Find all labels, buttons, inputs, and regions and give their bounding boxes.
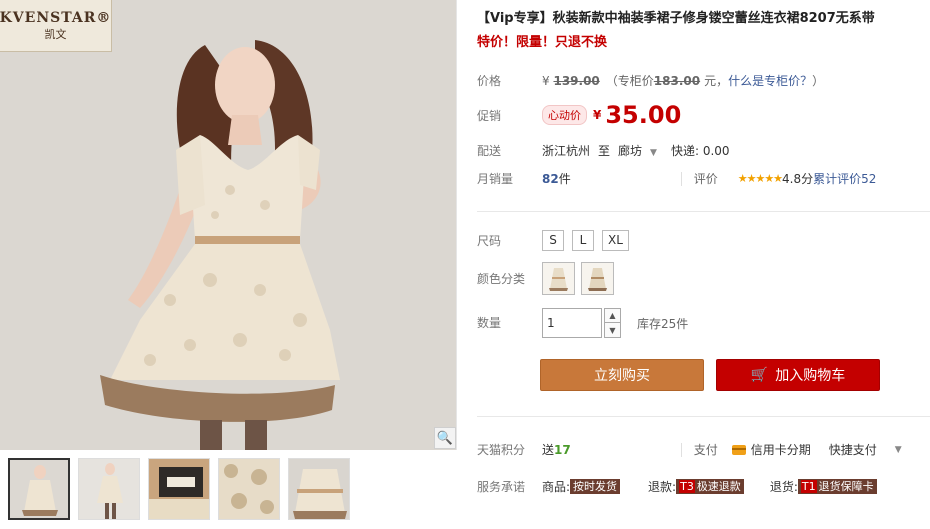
cart-icon: 🛒 bbox=[750, 367, 769, 383]
section-divider bbox=[477, 416, 930, 417]
points-label: 天猫积分 bbox=[477, 443, 526, 457]
refund-label: 退款: bbox=[648, 480, 677, 494]
points-send: 送 bbox=[542, 443, 555, 457]
pay-label: 支付 bbox=[693, 443, 718, 457]
product-model-illustration bbox=[0, 0, 456, 450]
thumbnail-4[interactable] bbox=[218, 458, 280, 520]
promo-yen: ¥ bbox=[593, 108, 602, 122]
return-code: T1 bbox=[800, 480, 817, 493]
return-label: 退货: bbox=[769, 480, 798, 494]
original-price: 139.00 bbox=[553, 73, 600, 88]
shipping-destination: 廊坊 bbox=[618, 144, 643, 158]
thumbnail-strip bbox=[0, 458, 457, 529]
points-divider bbox=[680, 442, 682, 457]
installment-option[interactable]: 信用卡分期 bbox=[751, 441, 811, 458]
size-row: 尺码 S L XL bbox=[477, 230, 637, 251]
shipping-label: 配送 bbox=[477, 144, 502, 158]
size-option-l[interactable]: L bbox=[572, 230, 594, 251]
return-tag[interactable]: T1 退货保障卡 bbox=[797, 479, 877, 494]
promo-label: 促销 bbox=[477, 108, 502, 123]
reviews-count: 52 bbox=[861, 172, 877, 186]
quantity-increase-button[interactable]: ▲ bbox=[604, 308, 621, 323]
buy-now-label: 立刻购买 bbox=[594, 368, 650, 384]
color-option-1[interactable] bbox=[542, 262, 575, 295]
service-row: 服务承诺 商品: 按时发货 退款: T3 极速退款 退货: T1 退货保障卡 bbox=[477, 478, 877, 495]
quantity-decrease-button[interactable]: ▼ bbox=[604, 323, 621, 338]
color-row: 颜色分类 bbox=[477, 262, 620, 295]
points-value: 17 bbox=[554, 442, 571, 457]
quantity-input[interactable] bbox=[542, 308, 602, 338]
size-option-s[interactable]: S bbox=[542, 230, 564, 251]
refund-tag[interactable]: T3 极速退款 bbox=[676, 479, 744, 494]
sales-unit: 件 bbox=[558, 172, 571, 186]
reviews-prefix: 累计评价 bbox=[813, 172, 862, 186]
counter-price-suffix: 元， bbox=[704, 74, 729, 88]
sales-label: 月销量 bbox=[477, 172, 514, 186]
stock-count: 库存25件 bbox=[637, 316, 689, 331]
credit-card-icon bbox=[731, 444, 746, 455]
shipping-destination-select[interactable]: 廊坊 ▼ bbox=[618, 142, 657, 159]
size-option-xl[interactable]: XL bbox=[602, 230, 629, 251]
quantity-stepper: ▲ ▼ bbox=[604, 308, 621, 338]
thumbnail-2[interactable] bbox=[78, 458, 140, 520]
thumbnail-1[interactable] bbox=[8, 458, 70, 520]
promo-badge: 心动价 bbox=[542, 105, 587, 125]
size-label: 尺码 bbox=[477, 234, 502, 248]
chevron-down-icon[interactable]: ▼ bbox=[895, 445, 902, 455]
main-product-photo[interactable]: KVENSTAR® 凯文 🔍 bbox=[0, 0, 457, 450]
product-subtitle: 特价！限量！只退不换 bbox=[477, 35, 608, 50]
points-row: 天猫积分 送 17 支付 信用卡分期 快捷支付 ▼ bbox=[477, 441, 902, 458]
return-tag-label: 退货保障卡 bbox=[818, 480, 874, 493]
chevron-down-icon: ▼ bbox=[650, 148, 657, 158]
buy-now-button[interactable]: 立刻购买 bbox=[540, 359, 704, 391]
rating-label: 评价 bbox=[693, 172, 718, 186]
service-label: 服务承诺 bbox=[477, 480, 526, 494]
sales-count: 82 bbox=[542, 171, 559, 186]
shipping-to-word: 至 bbox=[598, 144, 611, 158]
magnifier-icon[interactable]: 🔍 bbox=[434, 427, 456, 449]
quantity-row: 数量 ▲ ▼ 库存25件 bbox=[477, 308, 688, 338]
counter-price-link[interactable]: 什么是专柜价？ bbox=[728, 72, 812, 89]
counter-price-prefix: （专柜价 bbox=[605, 74, 654, 88]
shipping-from: 浙江杭州 bbox=[542, 144, 591, 158]
add-to-cart-button[interactable]: 🛒 加入购物车 bbox=[716, 359, 880, 391]
sales-row: 月销量 82 件 评价 ★★★★★ 4.8分 累计评价52 bbox=[477, 170, 876, 187]
color-option-2[interactable] bbox=[581, 262, 614, 295]
product-title: 【Vip专享】秋装新款中袖装季裙子修身镂空蕾丝连衣裙8207无系带 bbox=[477, 11, 875, 26]
brand-logo-subtext: 凯文 bbox=[44, 27, 67, 41]
shipping-row: 配送 浙江杭州 至 廊坊 ▼ 快递: 0.00 bbox=[477, 142, 730, 159]
counter-price: 183.00 bbox=[653, 73, 701, 88]
quick-pay-option[interactable]: 快捷支付 bbox=[829, 441, 877, 458]
goods-label: 商品: bbox=[542, 480, 571, 494]
price-row: 价格 ¥ 139.00 （专柜价 183.00 元， 什么是专柜价？ ） bbox=[477, 72, 824, 89]
refund-tag-label: 极速退款 bbox=[696, 480, 741, 493]
promo-price: 35.00 bbox=[605, 101, 682, 129]
refund-code: T3 bbox=[679, 480, 695, 493]
thumbnail-5[interactable] bbox=[288, 458, 350, 520]
color-label: 颜色分类 bbox=[477, 272, 526, 286]
counter-price-close: ） bbox=[812, 74, 825, 88]
section-divider bbox=[477, 211, 930, 212]
thumbnail-3[interactable] bbox=[148, 458, 210, 520]
add-to-cart-label: 加入购物车 bbox=[775, 368, 846, 384]
reviews-link[interactable]: 累计评价52 bbox=[813, 170, 876, 187]
brand-logo-text: KVENSTAR® bbox=[0, 9, 112, 26]
promo-row: 促销 心动价 ¥ 35.00 bbox=[477, 101, 681, 129]
sales-divider bbox=[680, 171, 682, 186]
goods-tag[interactable]: 按时发货 bbox=[570, 479, 621, 494]
price-label: 价格 bbox=[477, 74, 502, 88]
rating-stars-icon: ★★★★★ bbox=[737, 172, 783, 185]
shipping-method: 快递: 0.00 bbox=[670, 144, 730, 158]
brand-logo: KVENSTAR® 凯文 bbox=[0, 0, 112, 52]
rating-score: 4.8分 bbox=[782, 172, 814, 186]
price-yen: ¥ bbox=[542, 73, 550, 88]
quantity-label: 数量 bbox=[477, 316, 502, 330]
product-info-panel: 【Vip专享】秋装新款中袖装季裙子修身镂空蕾丝连衣裙8207无系带 特价！限量！… bbox=[477, 0, 930, 529]
